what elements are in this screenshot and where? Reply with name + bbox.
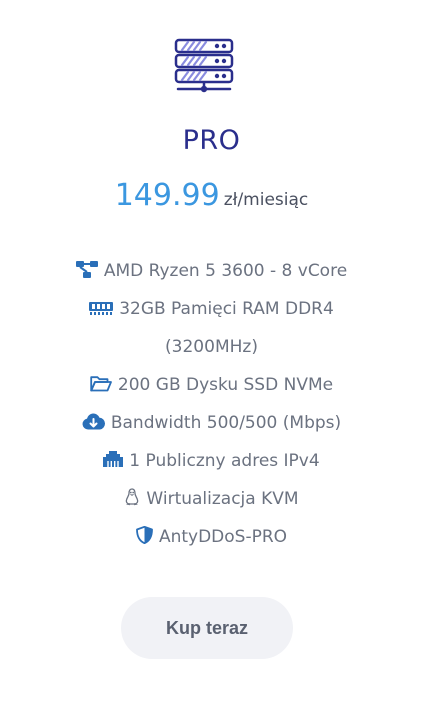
plan-title: PRO	[182, 125, 241, 156]
linux-icon	[124, 488, 140, 506]
feature-text: 1 Publiczny adres IPv4	[129, 451, 320, 471]
ethernet-icon	[103, 451, 124, 467]
feature-text: AntyDDoS-PRO	[158, 527, 288, 547]
folder-icon	[90, 375, 112, 392]
feature-text: 200 GB Dysku SSD NVMe	[117, 375, 334, 395]
network-icon	[75, 260, 98, 278]
feature-item-disk: 200 GB Dysku SSD NVMe	[0, 366, 423, 404]
feature-text: (3200MHz)	[165, 337, 258, 357]
feature-item-ram-speed: (3200MHz)	[0, 328, 423, 366]
feature-list: AMD Ryzen 5 3600 - 8 vCore 32GB Pamięci …	[0, 252, 423, 556]
feature-item-virtualization: Wirtualizacja KVM	[0, 480, 423, 518]
feature-text: Bandwidth 500/500 (Mbps)	[110, 413, 342, 433]
shield-icon	[136, 526, 153, 544]
pricing-card: PRO 149.99zł/miesiąc AMD Ryzen 5 3600 -	[0, 0, 423, 720]
server-icon	[173, 38, 235, 94]
price-value: 149.99	[114, 178, 220, 213]
feature-item-ddos: AntyDDoS-PRO	[0, 518, 423, 556]
feature-item-ipv4: 1 Publiczny adres IPv4	[0, 442, 423, 480]
price-row: 149.99 zł/miesiąc	[0, 178, 423, 213]
buy-now-button[interactable]: Kup teraz	[121, 597, 293, 659]
feature-item-bandwidth: Bandwidth 500/500 (Mbps)	[0, 404, 423, 442]
feature-item-cpu: AMD Ryzen 5 3600 - 8 vCore	[0, 252, 423, 290]
feature-item-ram: 32GB Pamięci RAM DDR4	[0, 290, 423, 328]
memory-icon	[89, 300, 114, 315]
price-unit: zł/miesiąc	[223, 190, 309, 210]
feature-text: AMD Ryzen 5 3600 - 8 vCore	[103, 261, 348, 281]
feature-text: Wirtualizacja KVM	[146, 489, 299, 509]
feature-text: 32GB Pamięci RAM DDR4	[119, 299, 334, 319]
cloud-download-icon	[82, 412, 105, 430]
